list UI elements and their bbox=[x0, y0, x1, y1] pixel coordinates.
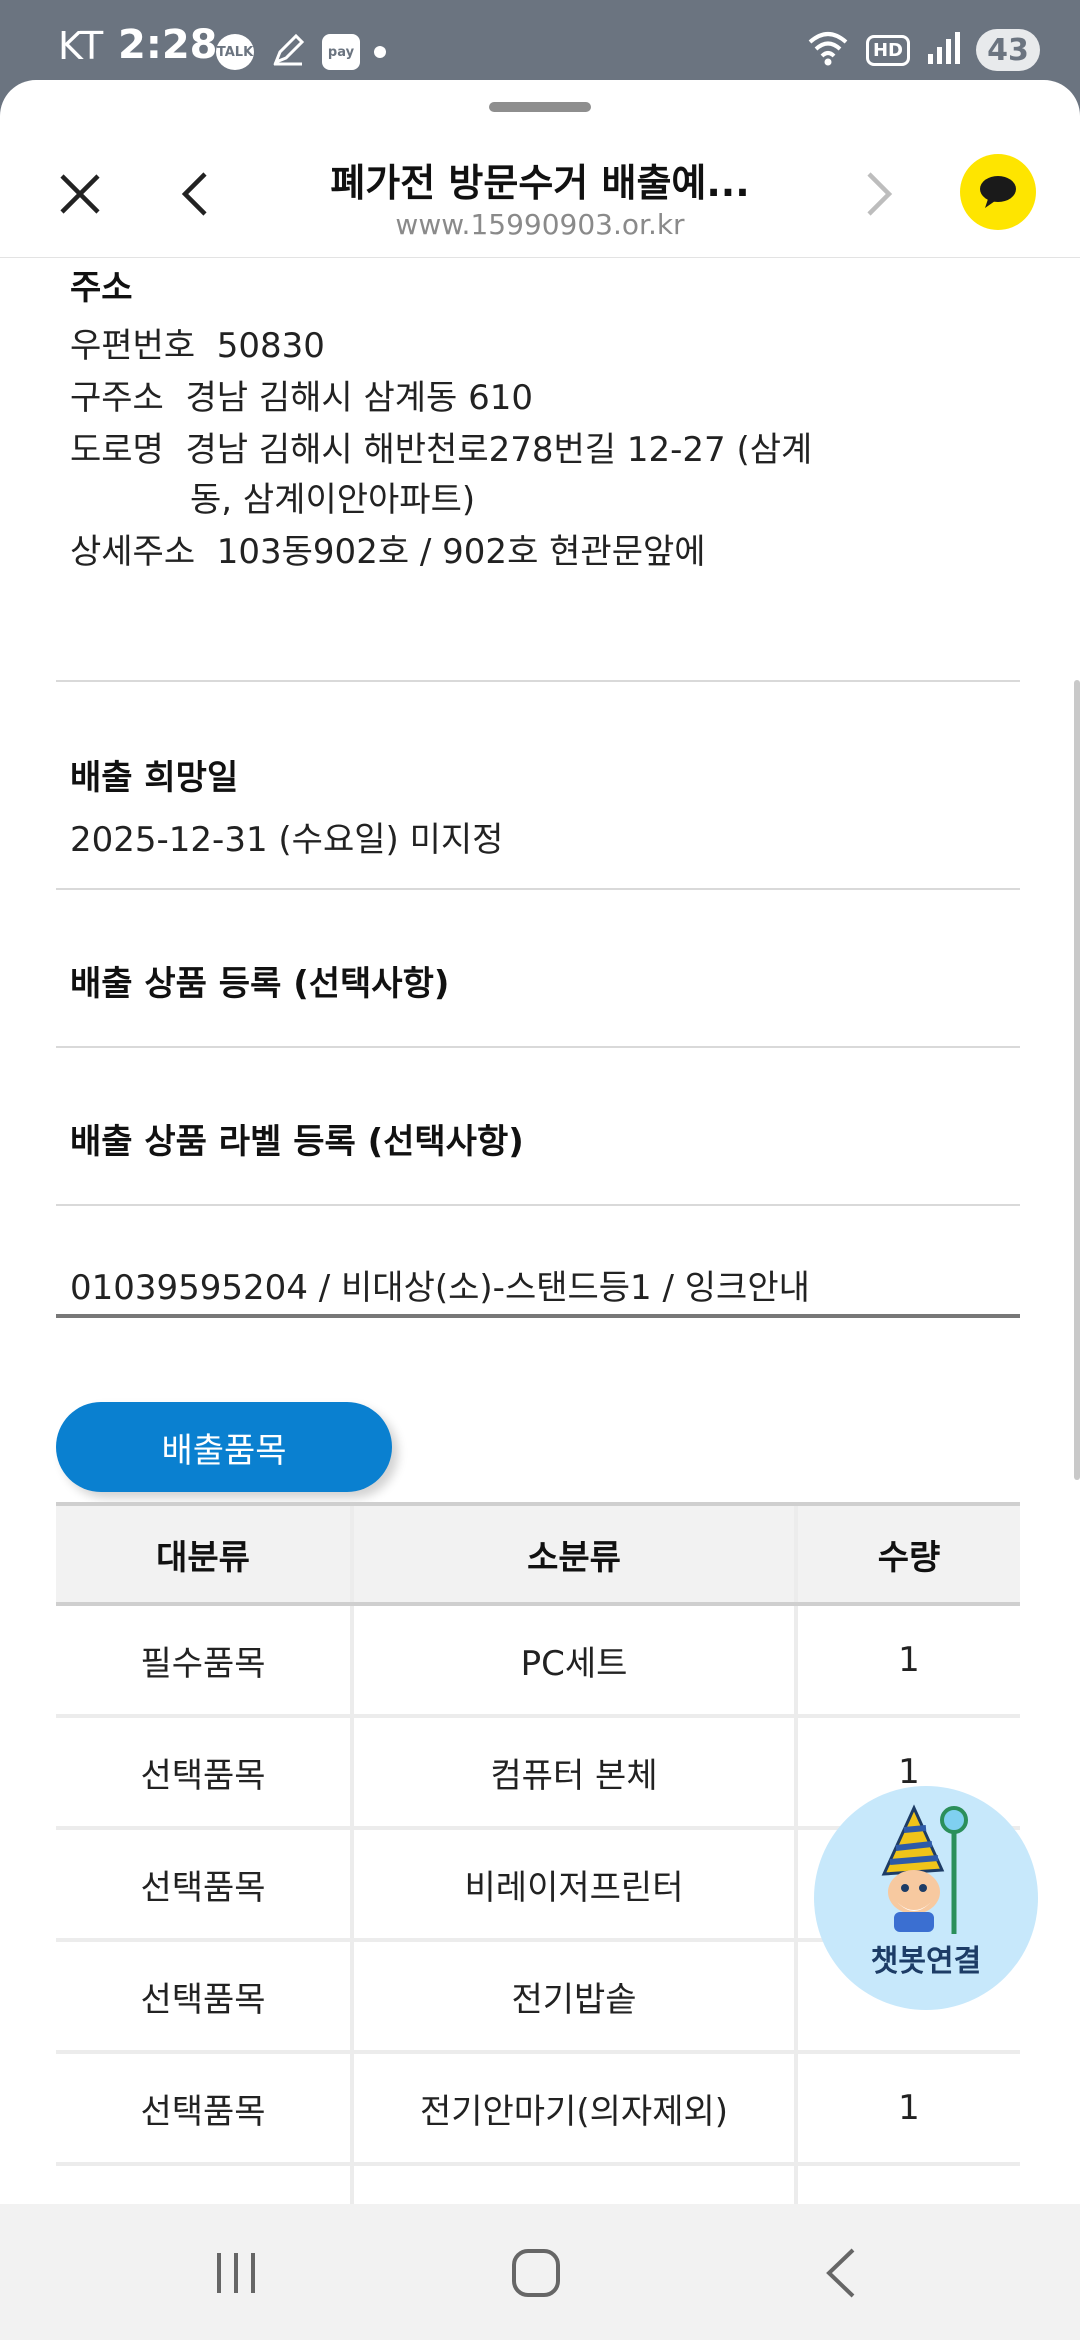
kakaotalk-notification-icon: TALK bbox=[216, 34, 254, 70]
cell-major-category: 선택품목 bbox=[56, 2052, 352, 2166]
table-row: 선택품목 전기안마기(의자제외) 1 bbox=[56, 2052, 1020, 2166]
sheet-drag-handle[interactable] bbox=[489, 102, 591, 112]
old-address-label: 구주소 bbox=[70, 378, 164, 418]
label-register-title: 배출 상품 라벨 등록 (선택사항) bbox=[70, 1122, 524, 1162]
cell-sub-category: PC세트 bbox=[350, 1604, 796, 1718]
back-button[interactable] bbox=[154, 154, 234, 234]
divider bbox=[56, 888, 1020, 890]
pay-notification-icon: pay bbox=[322, 34, 360, 70]
cell-sub-category: 전기밥솥 bbox=[350, 1940, 796, 2054]
close-button[interactable] bbox=[40, 154, 120, 234]
old-address-value: 경남 김해시 삼계동 610 bbox=[185, 378, 534, 418]
notification-icons: TALK pay bbox=[216, 30, 386, 74]
page-url: www.15990903.or.kr bbox=[395, 208, 685, 241]
forward-button[interactable] bbox=[840, 154, 920, 234]
product-register-title: 배출 상품 등록 (선택사항) bbox=[70, 964, 450, 1004]
battery-indicator: 43 bbox=[976, 29, 1040, 71]
old-address-row: 구주소 경남 김해시 삼계동 610 bbox=[70, 370, 533, 419]
cell-sub-category: 전기안마기(의자제외) bbox=[350, 2052, 796, 2166]
table-header-row: 대분류 소분류 수량 bbox=[56, 1502, 1020, 1606]
back-arrow-icon bbox=[181, 172, 207, 216]
cell-sub-category: 컴퓨터 본체 bbox=[350, 1716, 796, 1830]
section-divider bbox=[56, 1314, 1020, 1318]
system-status-icons: HD 43 bbox=[806, 28, 1040, 72]
kakaotalk-share-button[interactable] bbox=[960, 154, 1036, 230]
carrier-label: KT bbox=[58, 24, 104, 68]
table-row: 필수품목 PC세트 1 bbox=[56, 1604, 1020, 1718]
divider bbox=[56, 680, 1020, 682]
postal-code-label: 우편번호 bbox=[70, 326, 196, 366]
postal-code-row: 우편번호 50830 bbox=[70, 318, 325, 367]
cell-major-category: 선택품목 bbox=[56, 1828, 352, 1942]
pen-notification-icon bbox=[268, 30, 308, 74]
cell-major-category: 선택품목 bbox=[56, 1940, 352, 2054]
cell-quantity: 1 bbox=[794, 2164, 1020, 2204]
address-title: 주소 bbox=[70, 268, 133, 308]
chatbot-button[interactable]: 챗봇연결 bbox=[814, 1786, 1038, 2010]
close-icon bbox=[60, 174, 100, 214]
road-address-value-line2: 동, 삼계이안아파트) bbox=[190, 480, 476, 520]
cell-sub-category: 비레이저프린터 bbox=[350, 1828, 796, 1942]
desired-date-title: 배출 희망일 bbox=[70, 758, 239, 798]
page-title: 폐가전 방문수거 배출예... bbox=[330, 161, 750, 205]
postal-code-value: 50830 bbox=[216, 326, 325, 366]
page-scrollbar[interactable] bbox=[1074, 680, 1080, 1480]
cell-major-category: 필수품목 bbox=[56, 1604, 352, 1718]
divider bbox=[56, 1204, 1020, 1206]
cell-quantity: 1 bbox=[794, 1604, 1020, 1718]
home-icon bbox=[512, 2249, 560, 2297]
detail-address-row: 상세주소 103동902호 / 902호 현관문앞에 bbox=[70, 524, 706, 573]
recent-apps-icon bbox=[217, 2253, 255, 2293]
column-header-sub-category: 소분류 bbox=[350, 1502, 796, 1606]
cell-major-category: 선택품목 bbox=[56, 1716, 352, 1830]
column-header-major-category: 대분류 bbox=[56, 1502, 352, 1606]
chatbot-label: 챗봇연결 bbox=[870, 1944, 982, 1979]
nav-back-button[interactable] bbox=[800, 2238, 880, 2308]
system-nav-bar bbox=[0, 2204, 1080, 2340]
cell-sub-category: 비대상(소) bbox=[350, 2164, 796, 2204]
disposal-items-tab[interactable]: 배출품목 bbox=[56, 1402, 392, 1492]
column-header-quantity: 수량 bbox=[794, 1502, 1020, 1606]
table-row: 선택품목 비대상(소) 1 bbox=[56, 2164, 1020, 2204]
wifi-icon bbox=[806, 28, 850, 72]
label-register-value: 01039595204 / 비대상(소)-스탠드등1 / 잉크안내 bbox=[70, 1268, 810, 1308]
road-address-label: 도로명 bbox=[70, 430, 164, 470]
browser-header: 폐가전 방문수거 배출예... www.15990903.or.kr bbox=[0, 120, 1080, 258]
cell-quantity: 1 bbox=[794, 2052, 1020, 2166]
more-notifications-dot bbox=[374, 46, 386, 58]
cell-major-category: 선택품목 bbox=[56, 2164, 352, 2204]
wizard-mascot-icon bbox=[881, 1804, 968, 1934]
road-address-value-line1: 경남 김해시 해반천로278번길 12-27 (삼계 bbox=[185, 430, 813, 470]
forward-arrow-icon bbox=[867, 172, 893, 216]
detail-address-label: 상세주소 bbox=[70, 532, 196, 572]
divider bbox=[56, 1046, 1020, 1048]
clock-time: 2:28 bbox=[118, 22, 218, 68]
detail-address-value: 103동902호 / 902호 현관문앞에 bbox=[216, 532, 706, 572]
nav-back-icon bbox=[826, 2248, 855, 2298]
home-button[interactable] bbox=[496, 2238, 576, 2308]
kakaotalk-chat-icon bbox=[980, 176, 1016, 208]
road-address-row: 도로명 경남 김해시 해반천로278번길 12-27 (삼계 bbox=[70, 422, 812, 471]
desired-date-value: 2025-12-31 (수요일) 미지정 bbox=[70, 820, 504, 860]
signal-icon bbox=[926, 30, 960, 70]
recent-apps-button[interactable] bbox=[196, 2238, 276, 2308]
browser-sheet: 폐가전 방문수거 배출예... www.15990903.or.kr 주소 우편… bbox=[0, 80, 1080, 2204]
hd-voice-icon: HD bbox=[865, 34, 910, 66]
